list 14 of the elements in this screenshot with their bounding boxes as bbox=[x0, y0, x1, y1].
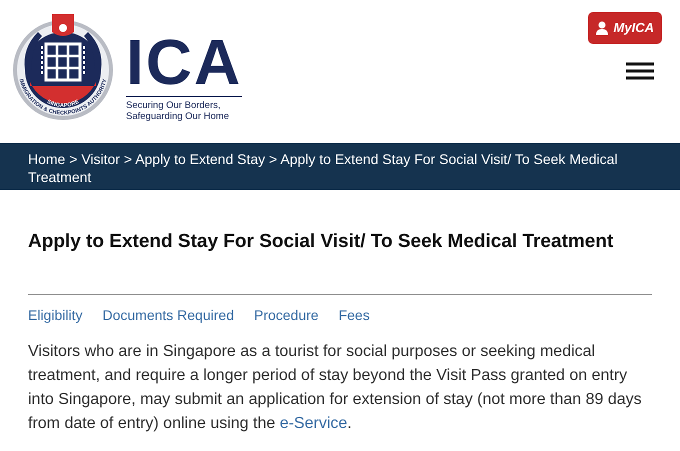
page-title: Apply to Extend Stay For Social Visit/ To Seek Medical Treatment bbox=[27, 230, 614, 254]
section-link[interactable]: Procedure bbox=[254, 305, 319, 326]
intro-paragraph: Visitors who are in Singapore as a tourist for social purposes or seeking medical treatment, and require a longer period of stay beyond the Visit Pass granted on entry into Singapore, may submit an application for extension of stay (not more than 89 days from date of entry) online using the e-Service. bbox=[27, 342, 643, 434]
logo-wordmark: ICA bbox=[126, 32, 242, 92]
logo-tagline: Safeguarding Our Home bbox=[126, 111, 230, 122]
myica-button[interactable]: MyICA bbox=[588, 12, 662, 44]
section-link[interactable]: Documents Required bbox=[102, 305, 234, 326]
breadcrumb-trail[interactable]: Home > Visitor > Apply to Extend Stay > Apply to Extend Stay For Social Visit/ To Seek Medical Treatment bbox=[28, 150, 660, 186]
section-link[interactable]: Eligibility bbox=[28, 305, 82, 326]
logo-tagline: Securing Our Borders, bbox=[126, 100, 222, 111]
user-icon bbox=[596, 21, 608, 35]
menu-icon[interactable] bbox=[626, 62, 654, 80]
section-link[interactable]: Fees bbox=[338, 305, 370, 326]
e-service-link[interactable]: e-Service bbox=[280, 415, 348, 432]
